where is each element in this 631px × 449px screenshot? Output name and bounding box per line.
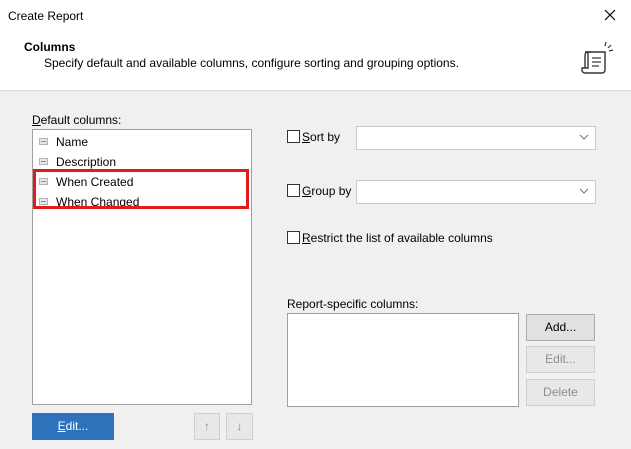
- edit-default-columns-button[interactable]: Edit...: [32, 413, 114, 440]
- group-by-dropdown[interactable]: [356, 180, 596, 204]
- page-title: Columns: [24, 40, 76, 54]
- sort-by-label: Sort by: [302, 130, 340, 144]
- wizard-header: Columns Specify default and available co…: [0, 32, 631, 91]
- drag-handle-icon: [39, 178, 48, 186]
- list-item[interactable]: When Created: [39, 173, 133, 191]
- scroll-icon: [581, 41, 614, 74]
- sort-by-dropdown[interactable]: [356, 126, 596, 150]
- delete-column-button[interactable]: Delete: [526, 379, 595, 406]
- chevron-down-icon: [579, 188, 589, 194]
- default-columns-list[interactable]: Name Description When Created When Chang…: [32, 129, 252, 405]
- page-description: Specify default and available columns, c…: [44, 56, 459, 70]
- list-item-label: Name: [56, 135, 89, 149]
- list-item-label: When Created: [56, 175, 134, 189]
- list-item[interactable]: Name: [39, 133, 88, 151]
- title-bar: Create Report: [0, 0, 631, 32]
- access-key: G: [302, 184, 312, 198]
- label-text: estrict the list of available columns: [310, 231, 493, 245]
- move-down-button[interactable]: ↓: [226, 413, 253, 440]
- report-specific-columns-list[interactable]: [287, 313, 519, 407]
- restrict-columns-checkbox[interactable]: [287, 231, 300, 244]
- list-item-label: Description: [56, 155, 117, 169]
- access-key: E: [57, 419, 66, 433]
- group-by-checkbox[interactable]: [287, 184, 300, 197]
- drag-handle-icon: [39, 138, 48, 146]
- edit-column-button[interactable]: Edit...: [526, 346, 595, 373]
- label-text: ort by: [310, 130, 341, 144]
- close-icon[interactable]: [601, 6, 619, 24]
- list-item-label: When Changed: [56, 195, 140, 209]
- chevron-down-icon: [579, 134, 589, 140]
- access-key: R: [302, 231, 311, 245]
- access-key: D: [32, 113, 41, 127]
- group-by-label: Group by: [302, 184, 351, 198]
- drag-handle-icon: [39, 198, 48, 206]
- access-key: S: [302, 130, 311, 144]
- sort-by-checkbox[interactable]: [287, 130, 300, 143]
- arrow-down-icon: ↓: [236, 419, 243, 433]
- report-specific-columns-label: Report-specific columns:: [287, 297, 419, 311]
- drag-handle-icon: [39, 158, 48, 166]
- list-item[interactable]: Description: [39, 153, 116, 171]
- restrict-columns-label: Restrict the list of available columns: [302, 231, 493, 245]
- label-text: roup by: [311, 184, 352, 198]
- move-up-button[interactable]: ↑: [194, 413, 220, 440]
- default-columns-label: Default columns:: [32, 113, 121, 127]
- add-column-button[interactable]: Add...: [526, 314, 595, 341]
- list-item[interactable]: When Changed: [39, 193, 139, 211]
- arrow-up-icon: ↑: [204, 419, 210, 433]
- button-label: dit...: [65, 419, 89, 433]
- window-title: Create Report: [8, 9, 84, 23]
- label-text: efault columns:: [40, 113, 122, 127]
